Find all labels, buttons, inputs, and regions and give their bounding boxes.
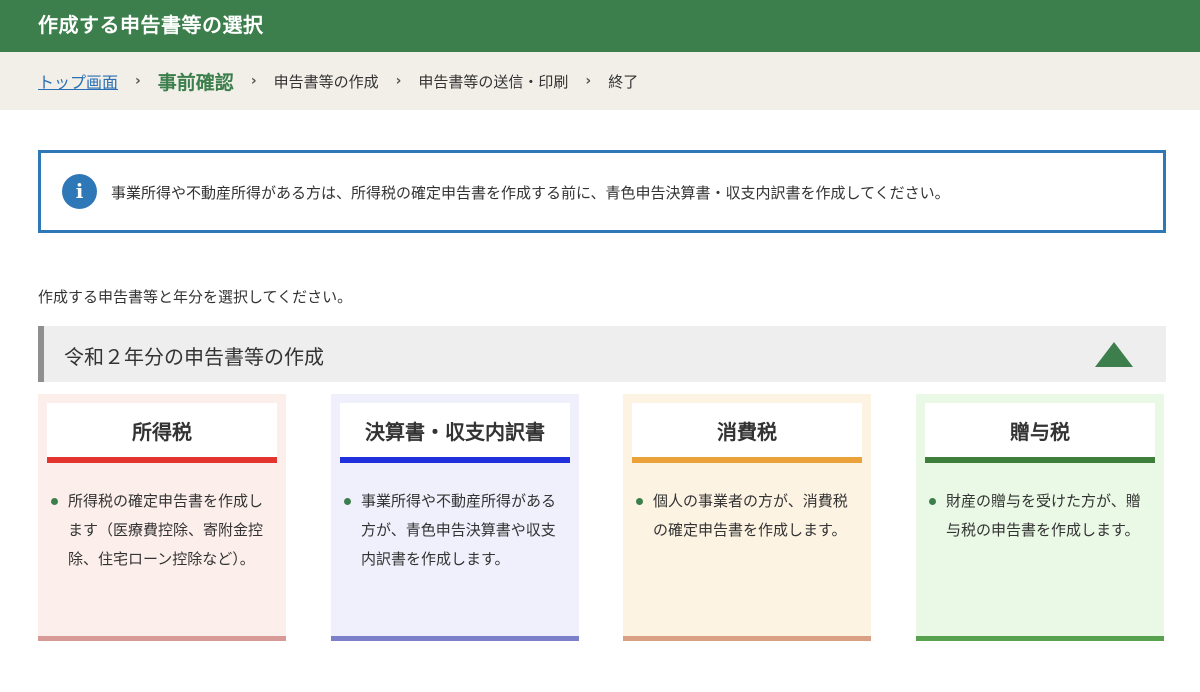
card-description-text: 個人の事業者の方が、消費税の確定申告書を作成します。 — [653, 492, 848, 539]
card-title-underline — [925, 457, 1155, 463]
card-bottom-border — [38, 636, 286, 641]
card-header: 決算書・収支内訳書 — [340, 403, 570, 463]
card-description-text: 所得税の確定申告書を作成します（医療費控除、寄附金控除、住宅ローン控除など）。 — [68, 492, 264, 568]
card-financial-statement[interactable]: 決算書・収支内訳書 事業所得や不動産所得がある方が、青色申告決算書や収支内訳書を… — [331, 394, 579, 641]
card-description: 所得税の確定申告書を作成します（医療費控除、寄附金控除、住宅ローン控除など）。 — [51, 487, 273, 574]
info-notice-text: 事業所得や不動産所得がある方は、所得税の確定申告書を作成する前に、青色申告決算書… — [111, 184, 950, 202]
bullet-icon — [636, 498, 643, 505]
card-title-underline — [632, 457, 862, 463]
card-bottom-border — [623, 636, 871, 641]
card-description-text: 財産の贈与を受けた方が、贈与税の申告書を作成します。 — [946, 492, 1141, 539]
card-income-tax[interactable]: 所得税 所得税の確定申告書を作成します（医療費控除、寄附金控除、住宅ローン控除な… — [38, 394, 286, 641]
card-header: 消費税 — [632, 403, 862, 463]
card-gift-tax[interactable]: 贈与税 財産の贈与を受けた方が、贈与税の申告書を作成します。 — [916, 394, 1164, 641]
breadcrumb-step-send-print: 申告書等の送信・印刷 — [418, 72, 569, 91]
chevron-right-icon: › — [585, 73, 592, 89]
card-description: 個人の事業者の方が、消費税の確定申告書を作成します。 — [636, 487, 858, 545]
card-title: 所得税 — [132, 420, 192, 444]
card-title: 消費税 — [717, 420, 777, 444]
card-header: 贈与税 — [925, 403, 1155, 463]
card-title: 贈与税 — [1010, 420, 1070, 444]
triangle-up-icon[interactable] — [1095, 342, 1133, 367]
breadcrumb-step-create: 申告書等の作成 — [273, 72, 379, 91]
page-title: 作成する申告書等の選択 — [38, 13, 264, 37]
breadcrumb-top-link[interactable]: トップ画面 — [38, 69, 118, 93]
breadcrumb: トップ画面 › 事前確認 › 申告書等の作成 › 申告書等の送信・印刷 › 終了 — [0, 52, 1200, 110]
instruction-text: 作成する申告書等と年分を選択してください。 — [38, 288, 353, 306]
card-bottom-border — [331, 636, 579, 641]
card-description: 事業所得や不動産所得がある方が、青色申告決算書や収支内訳書を作成します。 — [344, 487, 566, 574]
card-bottom-border — [916, 636, 1164, 641]
card-title-underline — [340, 457, 570, 463]
chevron-right-icon: › — [135, 73, 141, 89]
bullet-icon — [929, 498, 936, 505]
breadcrumb-step-finish: 終了 — [608, 72, 639, 91]
chevron-right-icon: › — [250, 73, 257, 89]
section-header[interactable]: 令和２年分の申告書等の作成 — [38, 326, 1166, 382]
breadcrumb-current-step: 事前確認 — [157, 71, 234, 94]
section-title: 令和２年分の申告書等の作成 — [64, 345, 324, 369]
card-description-text: 事業所得や不動産所得がある方が、青色申告決算書や収支内訳書を作成します。 — [361, 492, 557, 568]
bullet-icon — [51, 498, 58, 505]
card-description: 財産の贈与を受けた方が、贈与税の申告書を作成します。 — [929, 487, 1151, 545]
bullet-icon — [344, 498, 351, 505]
card-header: 所得税 — [47, 403, 277, 463]
info-notice: i 事業所得や不動産所得がある方は、所得税の確定申告書を作成する前に、青色申告決… — [38, 150, 1166, 233]
chevron-right-icon: › — [395, 73, 402, 89]
page-header: 作成する申告書等の選択 — [0, 0, 1200, 52]
info-icon: i — [62, 174, 97, 209]
card-title-underline — [47, 457, 277, 463]
card-title: 決算書・収支内訳書 — [365, 420, 545, 444]
card-consumption-tax[interactable]: 消費税 個人の事業者の方が、消費税の確定申告書を作成します。 — [623, 394, 871, 641]
